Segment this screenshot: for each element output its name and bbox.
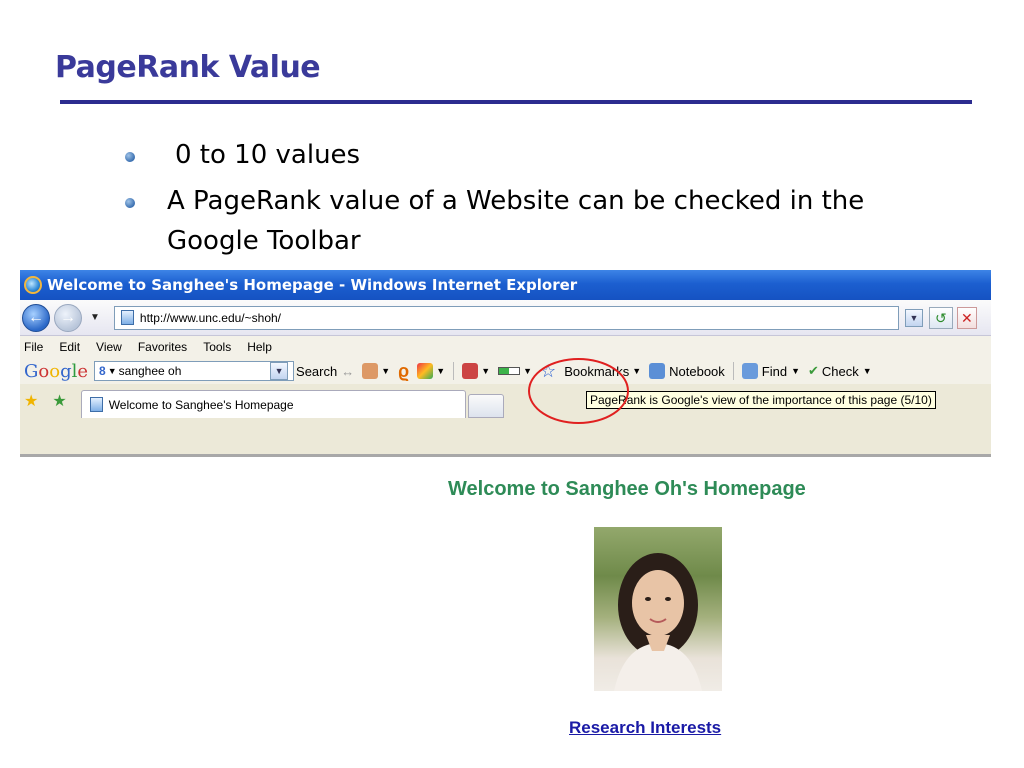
profile-photo — [594, 527, 722, 691]
search-dropdown-icon[interactable]: ▼ — [270, 362, 289, 380]
check-label: Check — [821, 363, 859, 379]
page-icon — [89, 397, 103, 412]
find-button[interactable]: Find ▼ — [741, 363, 800, 379]
menu-edit[interactable]: Edit — [59, 340, 80, 354]
menu-help[interactable]: Help — [247, 340, 272, 354]
homepage-heading: Welcome to Sanghee Oh's Homepage — [448, 478, 806, 500]
bullet-item: 0 to 10 values — [125, 135, 945, 175]
add-favorite-icon[interactable]: ★ — [52, 391, 66, 411]
toolbar-divider — [453, 362, 455, 380]
google-logo: Google — [24, 360, 89, 382]
google-search-value: sanghee oh — [118, 364, 182, 378]
menu-tools[interactable]: Tools — [203, 340, 231, 354]
google-search-input[interactable]: 8 ▼ sanghee oh — [94, 361, 295, 381]
browser-titlebar: Welcome to Sanghee's Homepage - Windows … — [20, 270, 991, 300]
browser-screenshot: Welcome to Sanghee's Homepage - Windows … — [20, 270, 991, 456]
history-dropdown-icon[interactable]: ▼ — [90, 312, 100, 323]
bullet-text: A PageRank value of a Website can be che… — [167, 186, 865, 256]
spellcheck-button[interactable]: ✔ Check ▼ — [808, 363, 872, 379]
google-g-icon: 8 — [99, 364, 106, 378]
menu-bar: File Edit View Favorites Tools Help — [20, 336, 991, 358]
gadgets-button[interactable]: ▼ — [417, 363, 445, 379]
forward-button[interactable]: → — [54, 303, 82, 332]
find-label: Find — [761, 363, 788, 379]
notebook-icon — [649, 363, 666, 379]
tab-title: Welcome to Sanghee's Homepage — [108, 397, 294, 412]
notebook-button[interactable]: Notebook — [649, 363, 725, 379]
find-icon — [741, 363, 758, 379]
pagerank-tooltip: PageRank is Google's view of the importa… — [586, 391, 936, 409]
favorites-star-icon[interactable]: ★ — [24, 391, 38, 411]
address-bar-row: ← → ▼ http://www.unc.edu/~shoh/ ▼ ↺ ✕ — [20, 300, 991, 336]
resize-handle-icon[interactable]: ↔ — [341, 364, 354, 379]
internet-explorer-icon — [24, 276, 42, 294]
window-title: Welcome to Sanghee's Homepage - Windows … — [47, 276, 578, 294]
toolbar-divider — [732, 362, 734, 380]
menu-view[interactable]: View — [96, 340, 122, 354]
google-toolbar: Google 8 ▼ sanghee oh ▼ Search ↔ ▼ ϱ ▼ ▼… — [20, 358, 991, 384]
bullet-dot-icon — [125, 152, 135, 162]
bullet-list: 0 to 10 values A PageRank value of a Web… — [125, 135, 945, 261]
refresh-button[interactable]: ↺ — [928, 306, 953, 329]
pagerank-meter[interactable]: ▼ — [498, 366, 532, 376]
new-tab-button[interactable] — [467, 394, 504, 418]
google-search-button[interactable]: Search ↔ — [296, 364, 354, 379]
bullet-item: A PageRank value of a Website can be che… — [125, 181, 945, 261]
spellcheck-icon: ✔ — [808, 363, 819, 378]
back-button[interactable]: ← — [22, 303, 50, 332]
menu-file[interactable]: File — [24, 340, 43, 354]
news-button[interactable]: ▼ — [362, 363, 390, 379]
title-divider — [60, 100, 972, 104]
slide-title: PageRank Value — [55, 50, 321, 85]
address-input[interactable]: http://www.unc.edu/~shoh/ — [113, 305, 899, 330]
page-icon — [120, 310, 134, 325]
bullet-text: 0 to 10 values — [175, 140, 361, 170]
address-dropdown-icon[interactable]: ▼ — [904, 308, 923, 327]
pagerank-bar-icon — [498, 367, 521, 375]
search-history-dropdown-icon[interactable]: ▼ — [108, 366, 117, 376]
tab-homepage[interactable]: Welcome to Sanghee's Homepage — [80, 390, 466, 418]
tab-row: ★ ★ Welcome to Sanghee's Homepage PageRa… — [20, 384, 991, 418]
bullet-dot-icon — [125, 198, 135, 208]
popup-blocker-button[interactable]: ▼ — [462, 363, 490, 379]
research-interests-link[interactable]: Research Interests — [569, 718, 721, 738]
stop-button[interactable]: ✕ — [956, 306, 977, 329]
highlight-circle — [528, 358, 629, 424]
search-button-label: Search — [296, 363, 338, 379]
menu-favorites[interactable]: Favorites — [138, 340, 187, 354]
browser-bottom-border — [20, 454, 991, 457]
address-url: http://www.unc.edu/~shoh/ — [139, 310, 281, 325]
pagerank-dropdown-icon[interactable]: ▼ — [523, 366, 532, 376]
spiral-icon[interactable]: ϱ — [398, 361, 409, 382]
notebook-label: Notebook — [669, 363, 725, 379]
